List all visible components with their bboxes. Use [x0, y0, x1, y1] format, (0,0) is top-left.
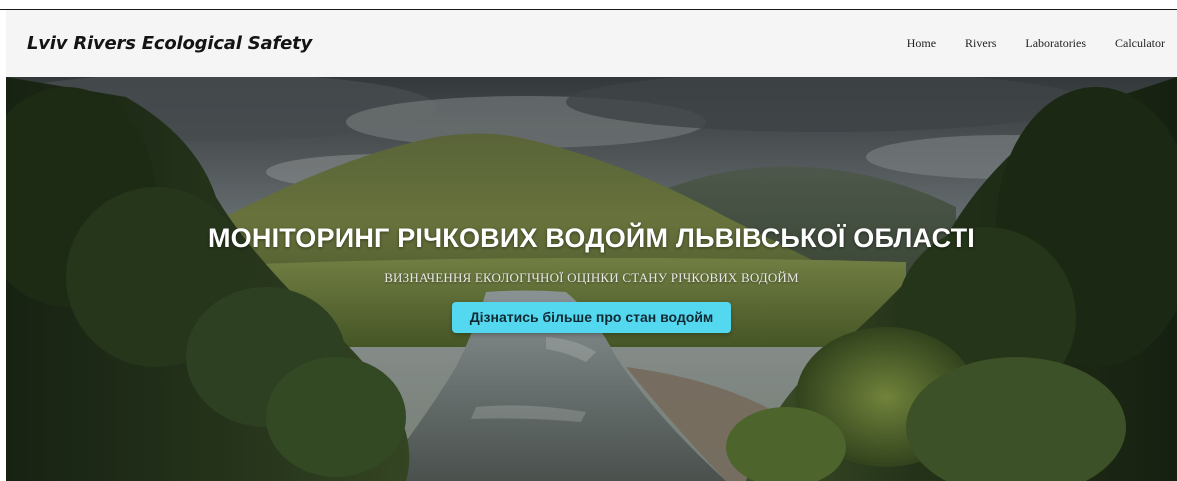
- hero-title: МОНІТОРИНГ РІЧКОВИХ ВОДОЙМ ЛЬВІВСЬКОЇ ОБ…: [207, 223, 975, 253]
- nav-link-calculator[interactable]: Calculator: [1115, 36, 1165, 51]
- nav-link-home[interactable]: Home: [907, 36, 936, 51]
- navbar: Lviv Rivers Ecological Safety Home River…: [6, 10, 1177, 77]
- learn-more-button[interactable]: Дізнатись більше про стан водойм: [451, 302, 732, 333]
- nav-link-laboratories[interactable]: Laboratories: [1025, 36, 1086, 51]
- nav-links: Home Rivers Laboratories Calculator: [907, 10, 1165, 77]
- hero-subtitle: ВИЗНАЧЕННЯ ЕКОЛОГІЧНОЇ ОЦІНКИ СТАНУ РІЧК…: [384, 270, 799, 285]
- hero-content: МОНІТОРИНГ РІЧКОВИХ ВОДОЙМ ЛЬВІВСЬКОЇ ОБ…: [6, 223, 1177, 333]
- hero-section: МОНІТОРИНГ РІЧКОВИХ ВОДОЙМ ЛЬВІВСЬКОЇ ОБ…: [6, 77, 1177, 481]
- page: Lviv Rivers Ecological Safety Home River…: [0, 0, 1177, 481]
- brand-logo-link[interactable]: Lviv Rivers Ecological Safety: [27, 33, 312, 54]
- nav-link-rivers[interactable]: Rivers: [965, 36, 996, 51]
